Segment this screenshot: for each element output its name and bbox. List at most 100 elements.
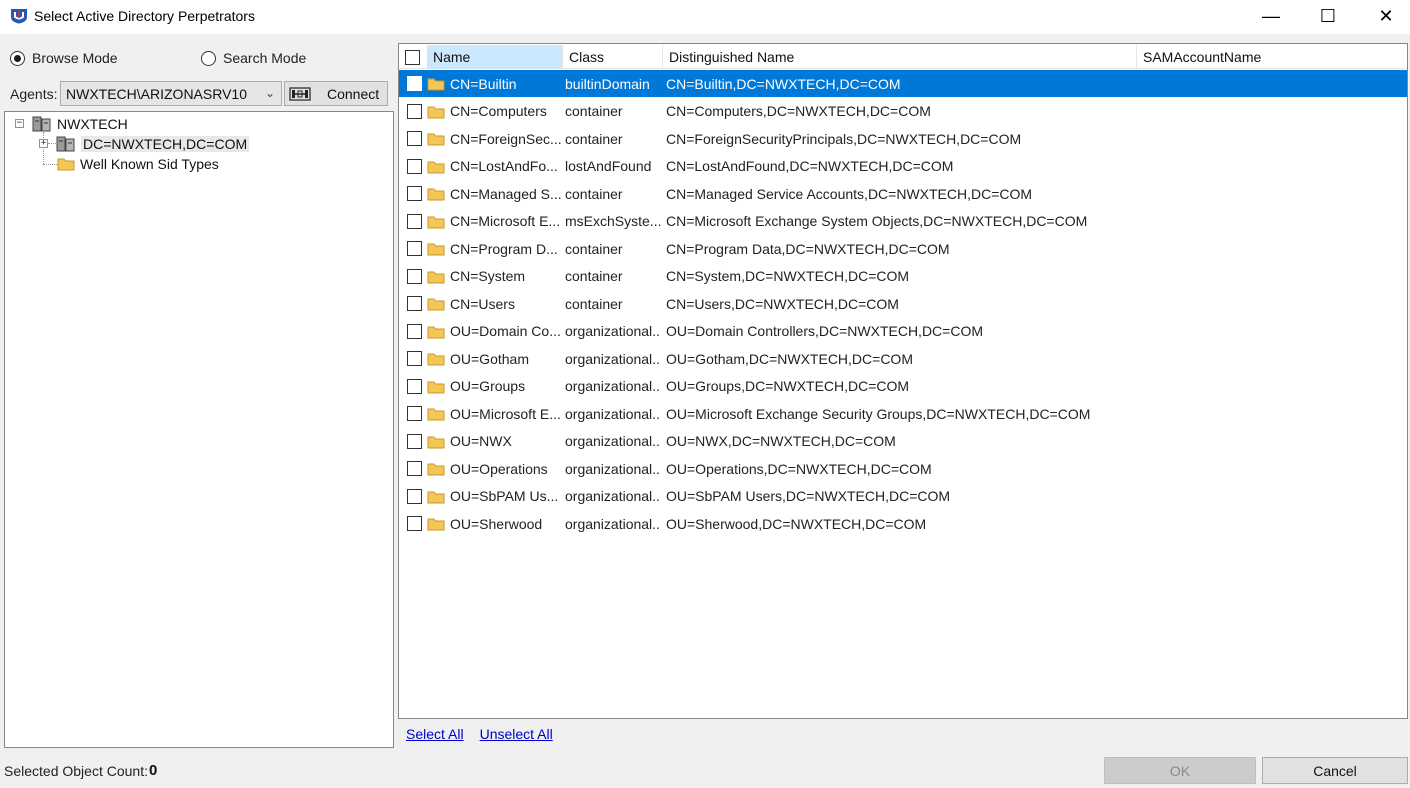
radio-unchecked-icon: [201, 50, 216, 66]
table-row[interactable]: OU=Microsoft E... organizational... OU=Mic…: [399, 400, 1407, 427]
row-checkbox[interactable]: [407, 461, 422, 476]
folder-icon: [427, 188, 445, 201]
table-row[interactable]: CN=Users container CN=Users,DC=NWXTECH,DC=…: [399, 290, 1407, 317]
expand-toggle[interactable]: +: [39, 139, 48, 148]
table-row[interactable]: OU=Gotham organizational... OU=Gotham,DC=N…: [399, 345, 1407, 372]
tree-node-root[interactable]: NWXTECH: [31, 114, 128, 134]
cell-name: CN=Computers: [450, 103, 547, 119]
row-checkbox[interactable]: [407, 131, 422, 146]
table-row[interactable]: OU=Sherwood organizational... OU=Sherwood,…: [399, 510, 1407, 537]
search-mode-radio[interactable]: Search Mode: [201, 48, 306, 68]
folder-icon: [427, 133, 445, 146]
row-checkbox[interactable]: [407, 158, 422, 174]
cancel-button[interactable]: Cancel: [1262, 757, 1408, 784]
table-row[interactable]: CN=LostAndFo... lostAndFound CN=LostAndFou…: [399, 153, 1407, 180]
cell-class: organizational...: [565, 433, 661, 449]
browse-mode-radio[interactable]: Browse Mode: [10, 48, 118, 68]
cell-distinguished-name: CN=LostAndFound,DC=NWXTECH,DC=COM: [666, 158, 954, 174]
select-all-checkbox-header[interactable]: [399, 45, 427, 69]
ok-button[interactable]: OK: [1104, 757, 1256, 784]
table-row[interactable]: CN=Microsoft E... msExchSyste... CN=Micros…: [399, 208, 1407, 235]
folder-icon: [427, 326, 445, 338]
directory-tree[interactable]: − NWXTECH + DC=NWXTECH,DC=COM Well Known…: [4, 111, 394, 748]
row-checkbox[interactable]: [407, 296, 422, 311]
cancel-label: Cancel: [1313, 762, 1357, 779]
table-row[interactable]: CN=Computers container CN=Computers,DC=NWX…: [399, 98, 1407, 125]
cell-name: CN=Managed S...: [450, 185, 562, 202]
connect-plug-icon: [289, 86, 311, 101]
table-row[interactable]: CN=Managed S... container CN=Managed Servi…: [399, 180, 1407, 207]
cell-distinguished-name: OU=Microsoft Exchange Security Groups,DC…: [666, 405, 1091, 422]
column-header-name[interactable]: Name: [427, 45, 563, 69]
cell-sam-account-name: [1141, 318, 1401, 345]
column-header-class[interactable]: Class: [563, 45, 663, 69]
row-checkbox[interactable]: [407, 351, 422, 366]
row-checkbox[interactable]: [407, 323, 422, 339]
row-checkbox[interactable]: [407, 378, 422, 394]
cell-name: OU=Gotham: [450, 350, 529, 367]
row-checkbox[interactable]: [407, 268, 422, 284]
unselect-all-link[interactable]: Unselect All: [480, 726, 553, 742]
cell-sam-account-name: [1141, 510, 1401, 537]
tree-node-sid-types[interactable]: Well Known Sid Types: [57, 154, 219, 174]
maximize-button[interactable]: ☐: [1305, 0, 1351, 32]
minimize-button[interactable]: —: [1248, 0, 1294, 32]
connect-button[interactable]: Connect: [284, 81, 388, 106]
cell-sam-account-name: [1141, 290, 1401, 317]
collapse-toggle[interactable]: −: [15, 119, 24, 128]
cell-name: CN=Microsoft E...: [450, 213, 561, 229]
folder-icon: [57, 158, 75, 171]
tree-node-dc[interactable]: DC=NWXTECH,DC=COM: [55, 134, 250, 154]
cell-distinguished-name: OU=Domain Controllers,DC=NWXTECH,DC=COM: [666, 323, 984, 339]
folder-icon: [427, 463, 445, 476]
row-checkbox[interactable]: [407, 213, 422, 229]
cell-class: organizational...: [565, 350, 661, 367]
column-name-label: Name: [433, 49, 471, 65]
cell-sam-account-name: [1141, 180, 1401, 207]
column-sam-label: SAMAccountName: [1143, 49, 1262, 65]
row-checkbox[interactable]: [407, 241, 422, 256]
objects-list[interactable]: Name Class Distinguished Name SAMAccount…: [398, 43, 1408, 719]
cell-name: OU=Domain Co...: [450, 323, 561, 339]
cell-sam-account-name: [1141, 400, 1401, 427]
agents-dropdown[interactable]: NWXTECH\ARIZONASRV10 ⌄: [60, 81, 282, 106]
cell-class: organizational...: [565, 323, 661, 339]
cell-class: organizational...: [565, 460, 661, 477]
row-checkbox[interactable]: [407, 186, 422, 201]
cell-class: organizational...: [565, 405, 661, 422]
table-row[interactable]: OU=Operations organizational... OU=Operati…: [399, 455, 1407, 482]
selected-count-label: Selected Object Count:: [4, 763, 148, 779]
table-row[interactable]: CN=System container CN=System,DC=NWXTECH,D…: [399, 263, 1407, 290]
row-checkbox[interactable]: [407, 488, 422, 504]
table-row[interactable]: OU=Groups organizational... OU=Groups,DC=N…: [399, 373, 1407, 400]
row-checkbox[interactable]: [407, 433, 422, 449]
cell-distinguished-name: OU=SbPAM Users,DC=NWXTECH,DC=COM: [666, 488, 951, 504]
table-row[interactable]: CN=Builtin builtinDomain CN=Builtin,DC=NWX…: [399, 70, 1407, 97]
cell-distinguished-name: OU=Operations,DC=NWXTECH,DC=COM: [666, 460, 932, 477]
cell-distinguished-name: OU=Groups,DC=NWXTECH,DC=COM: [666, 378, 910, 394]
row-checkbox[interactable]: [407, 516, 422, 531]
agents-value: NWXTECH\ARIZONASRV10: [66, 85, 247, 102]
cell-sam-account-name: [1141, 208, 1401, 235]
cell-distinguished-name: CN=Managed Service Accounts,DC=NWXTECH,D…: [666, 185, 1033, 202]
table-row[interactable]: OU=NWX organizational... OU=NWX,DC=NWXTECH…: [399, 428, 1407, 455]
cell-sam-account-name: [1141, 263, 1401, 290]
table-row[interactable]: OU=SbPAM Us... organizational... OU=SbPAM …: [399, 483, 1407, 510]
row-checkbox[interactable]: [407, 103, 422, 119]
column-header-dn[interactable]: Distinguished Name: [663, 45, 1137, 69]
folder-icon: [427, 216, 445, 228]
cell-distinguished-name: OU=NWX,DC=NWXTECH,DC=COM: [666, 433, 896, 449]
select-all-link[interactable]: Select All: [406, 726, 464, 742]
header-checkbox[interactable]: [405, 49, 420, 65]
selected-count-value: 0: [149, 762, 158, 779]
table-row[interactable]: CN=Program D... container CN=Program Data,…: [399, 235, 1407, 262]
row-checkbox[interactable]: [407, 76, 422, 91]
table-row[interactable]: CN=ForeignSec... container CN=ForeignSecur…: [399, 125, 1407, 152]
cell-class: builtinDomain: [565, 75, 650, 92]
folder-icon: [427, 106, 445, 118]
column-header-sam[interactable]: SAMAccountName: [1137, 45, 1407, 69]
table-row[interactable]: OU=Domain Co... organizational... OU=Domai…: [399, 318, 1407, 345]
close-button[interactable]: ✕: [1363, 0, 1409, 32]
row-checkbox[interactable]: [407, 406, 422, 421]
cell-distinguished-name: CN=Users,DC=NWXTECH,DC=COM: [666, 295, 899, 312]
